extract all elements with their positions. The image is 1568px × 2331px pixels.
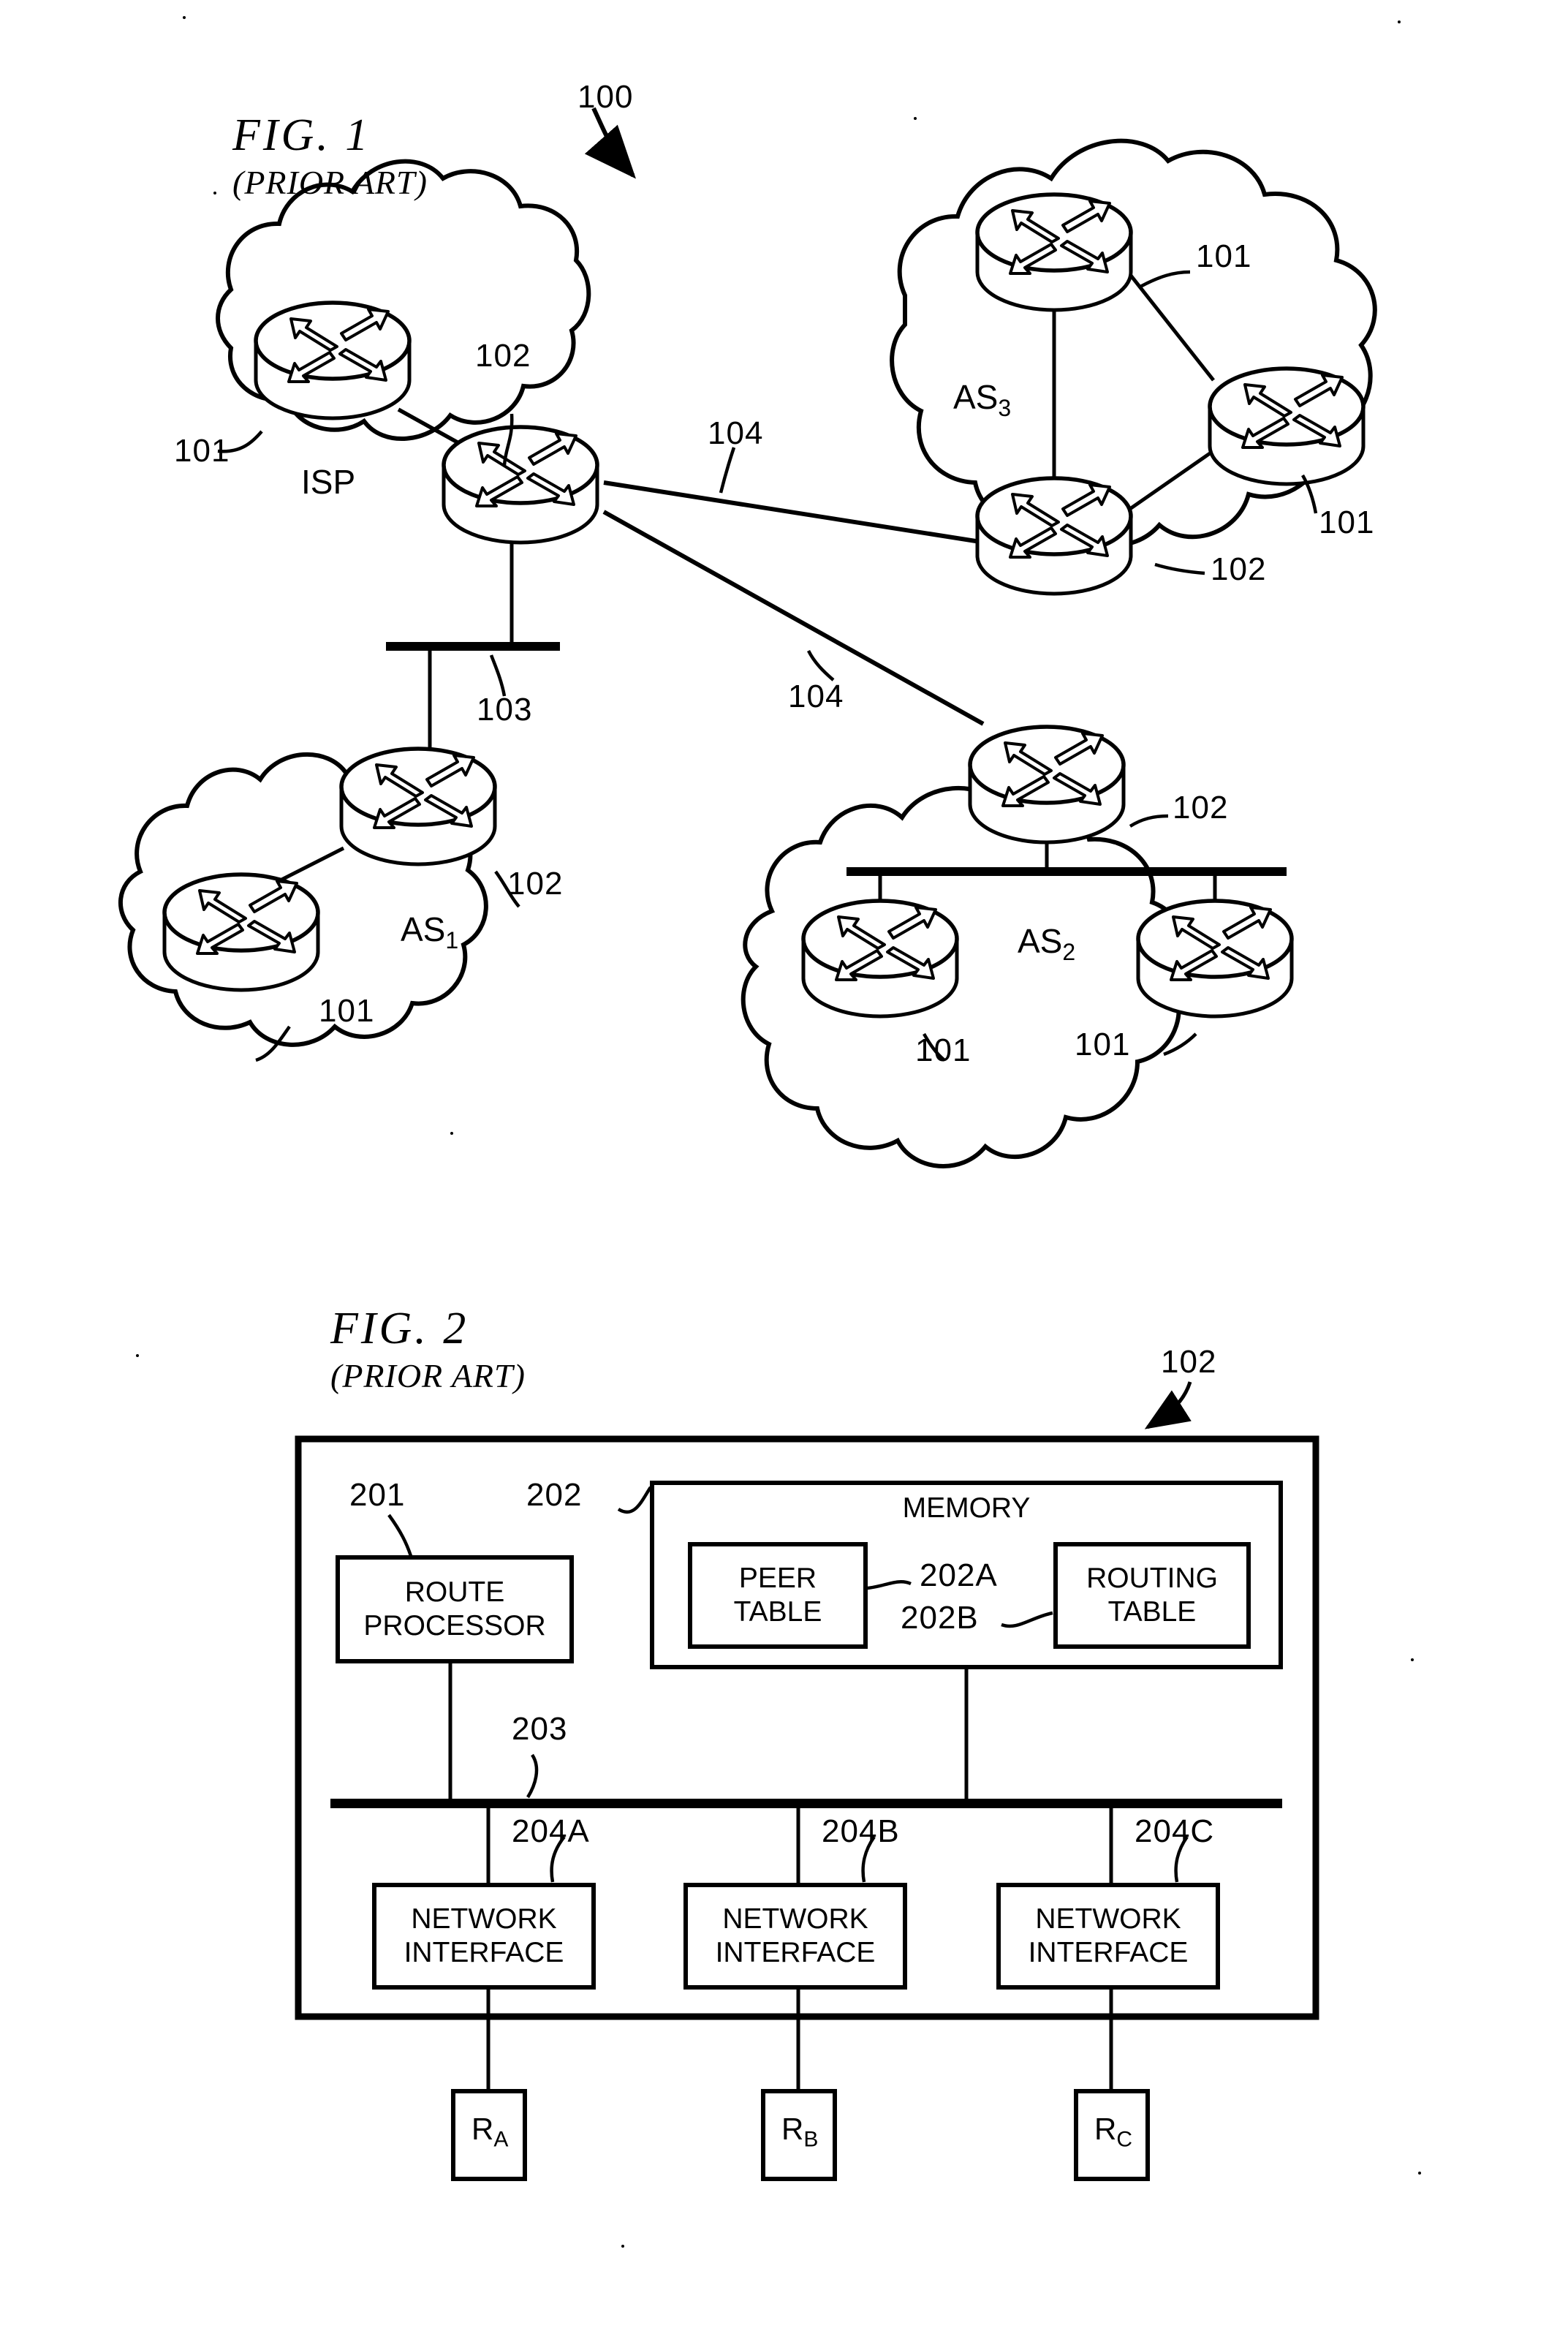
cloud-caption-as2-sub: 2 — [1062, 939, 1076, 966]
scan-speck — [213, 192, 216, 194]
cloud-caption-isp: ISP — [301, 462, 355, 502]
leader-as3-102 — [1154, 562, 1205, 575]
figure-1-title: FIG. 1 (PRIOR ART) — [232, 110, 428, 202]
cloud-caption-as3: AS3 — [953, 377, 1011, 422]
shared-medium-bar — [386, 642, 560, 651]
leader-103 — [489, 654, 507, 697]
ref-as3-router-right: 101 — [1319, 505, 1375, 540]
figure-2-title-line1: FIG. 2 — [330, 1304, 469, 1353]
peer-c-label: RC — [1094, 2112, 1132, 2153]
peer-b-letter: R — [781, 2112, 804, 2146]
ref-isp-router-internal: 101 — [174, 433, 230, 469]
network-interface-a-label: NETWORK INTERFACE — [404, 1903, 564, 1968]
network-interface-b-label: NETWORK INTERFACE — [715, 1903, 876, 1968]
router-as2-left — [803, 901, 957, 1016]
patent-drawing-sheet: FIG. 1 (PRIOR ART) 100 101 102 101 101 1… — [0, 0, 1568, 2331]
router-as3-top — [977, 194, 1131, 310]
figure-2-title-line2: (PRIOR ART) — [330, 1357, 526, 1394]
router-isp-border — [444, 427, 597, 543]
system-ref-leader — [584, 107, 636, 179]
scan-speck — [450, 1132, 453, 1135]
scan-speck — [1418, 2172, 1421, 2175]
ref-peer-link-upper: 104 — [708, 415, 764, 451]
ref-202B: 202B — [901, 1600, 979, 1636]
leader-104-upper — [719, 447, 736, 494]
ref-as2-router-border: 102 — [1173, 790, 1229, 826]
ref-204A: 204A — [512, 1813, 590, 1849]
scan-speck — [183, 16, 186, 19]
network-interface-c-label: NETWORK INTERFACE — [1028, 1903, 1189, 1968]
peer-b-sub: B — [803, 2127, 819, 2152]
router-as1-internal — [164, 874, 318, 990]
figure-1-title-line1: FIG. 1 — [232, 110, 371, 160]
cloud-caption-isp-text: ISP — [301, 463, 356, 501]
router-as2-right — [1138, 901, 1292, 1016]
ref-204C: 204C — [1135, 1813, 1215, 1849]
ref-202: 202 — [526, 1477, 583, 1513]
cloud-caption-as1-text: AS — [401, 910, 446, 948]
device-ref-leader — [1144, 1381, 1192, 1429]
cloud-caption-as3-sub: 3 — [998, 395, 1012, 422]
ref-as1-router-internal: 101 — [319, 993, 375, 1029]
peer-a-sub: A — [493, 2127, 509, 2152]
peer-table-label: PEER TABLE — [733, 1562, 822, 1628]
router-as3-right — [1210, 369, 1363, 484]
ref-isp-router-border: 102 — [475, 338, 531, 374]
ref-as3-router-border: 102 — [1211, 551, 1267, 587]
cloud-caption-as1: AS1 — [401, 910, 458, 954]
scan-speck — [1398, 20, 1401, 23]
router-as1-border — [341, 749, 495, 864]
ref-as3-router-top: 101 — [1196, 238, 1252, 274]
peer-a-letter: R — [471, 2112, 494, 2146]
leader-as2-102 — [1129, 814, 1169, 828]
peer-link-upper — [603, 480, 995, 546]
scan-speck — [621, 2245, 624, 2248]
figure-1-title-line2: (PRIOR ART) — [232, 164, 428, 201]
router-as2-border — [970, 727, 1124, 842]
cloud-caption-as1-sub: 1 — [445, 927, 459, 954]
internal-bus-bar — [330, 1799, 1282, 1808]
ref-peer-link-lower: 104 — [788, 679, 844, 714]
memory-label: MEMORY — [902, 1492, 1031, 1524]
system-ref-100: 100 — [577, 79, 634, 115]
peer-a-label: RA — [471, 2112, 508, 2153]
cloud-caption-as2: AS2 — [1018, 921, 1075, 966]
route-processor-label: ROUTE PROCESSOR — [363, 1576, 546, 1641]
peer-c-letter: R — [1094, 2112, 1117, 2146]
router-isp-internal — [256, 303, 409, 418]
ref-as2-router-right: 101 — [1075, 1027, 1131, 1062]
ref-204B: 204B — [822, 1813, 900, 1849]
as2-bus-bar — [847, 867, 1287, 876]
ref-shared-medium: 103 — [477, 692, 533, 728]
router-as3-border — [977, 478, 1131, 594]
figure-2-title: FIG. 2 (PRIOR ART) — [330, 1303, 526, 1395]
ref-as1-router-border: 102 — [507, 866, 564, 902]
scan-speck — [136, 1354, 139, 1357]
scan-speck — [914, 117, 917, 120]
ref-203: 203 — [512, 1711, 568, 1747]
cloud-caption-as2-text: AS — [1018, 922, 1063, 960]
ref-device-102: 102 — [1161, 1344, 1217, 1380]
scan-speck — [1411, 1658, 1414, 1661]
ref-201: 201 — [349, 1477, 406, 1513]
peer-c-sub: C — [1116, 2127, 1133, 2152]
peer-b-label: RB — [781, 2112, 818, 2153]
leader-104-lower — [806, 649, 835, 681]
cloud-caption-as3-text: AS — [953, 378, 999, 416]
ref-202A: 202A — [920, 1557, 998, 1593]
routing-table-label: ROUTING TABLE — [1086, 1562, 1218, 1628]
ref-as2-router-left: 101 — [915, 1032, 972, 1068]
